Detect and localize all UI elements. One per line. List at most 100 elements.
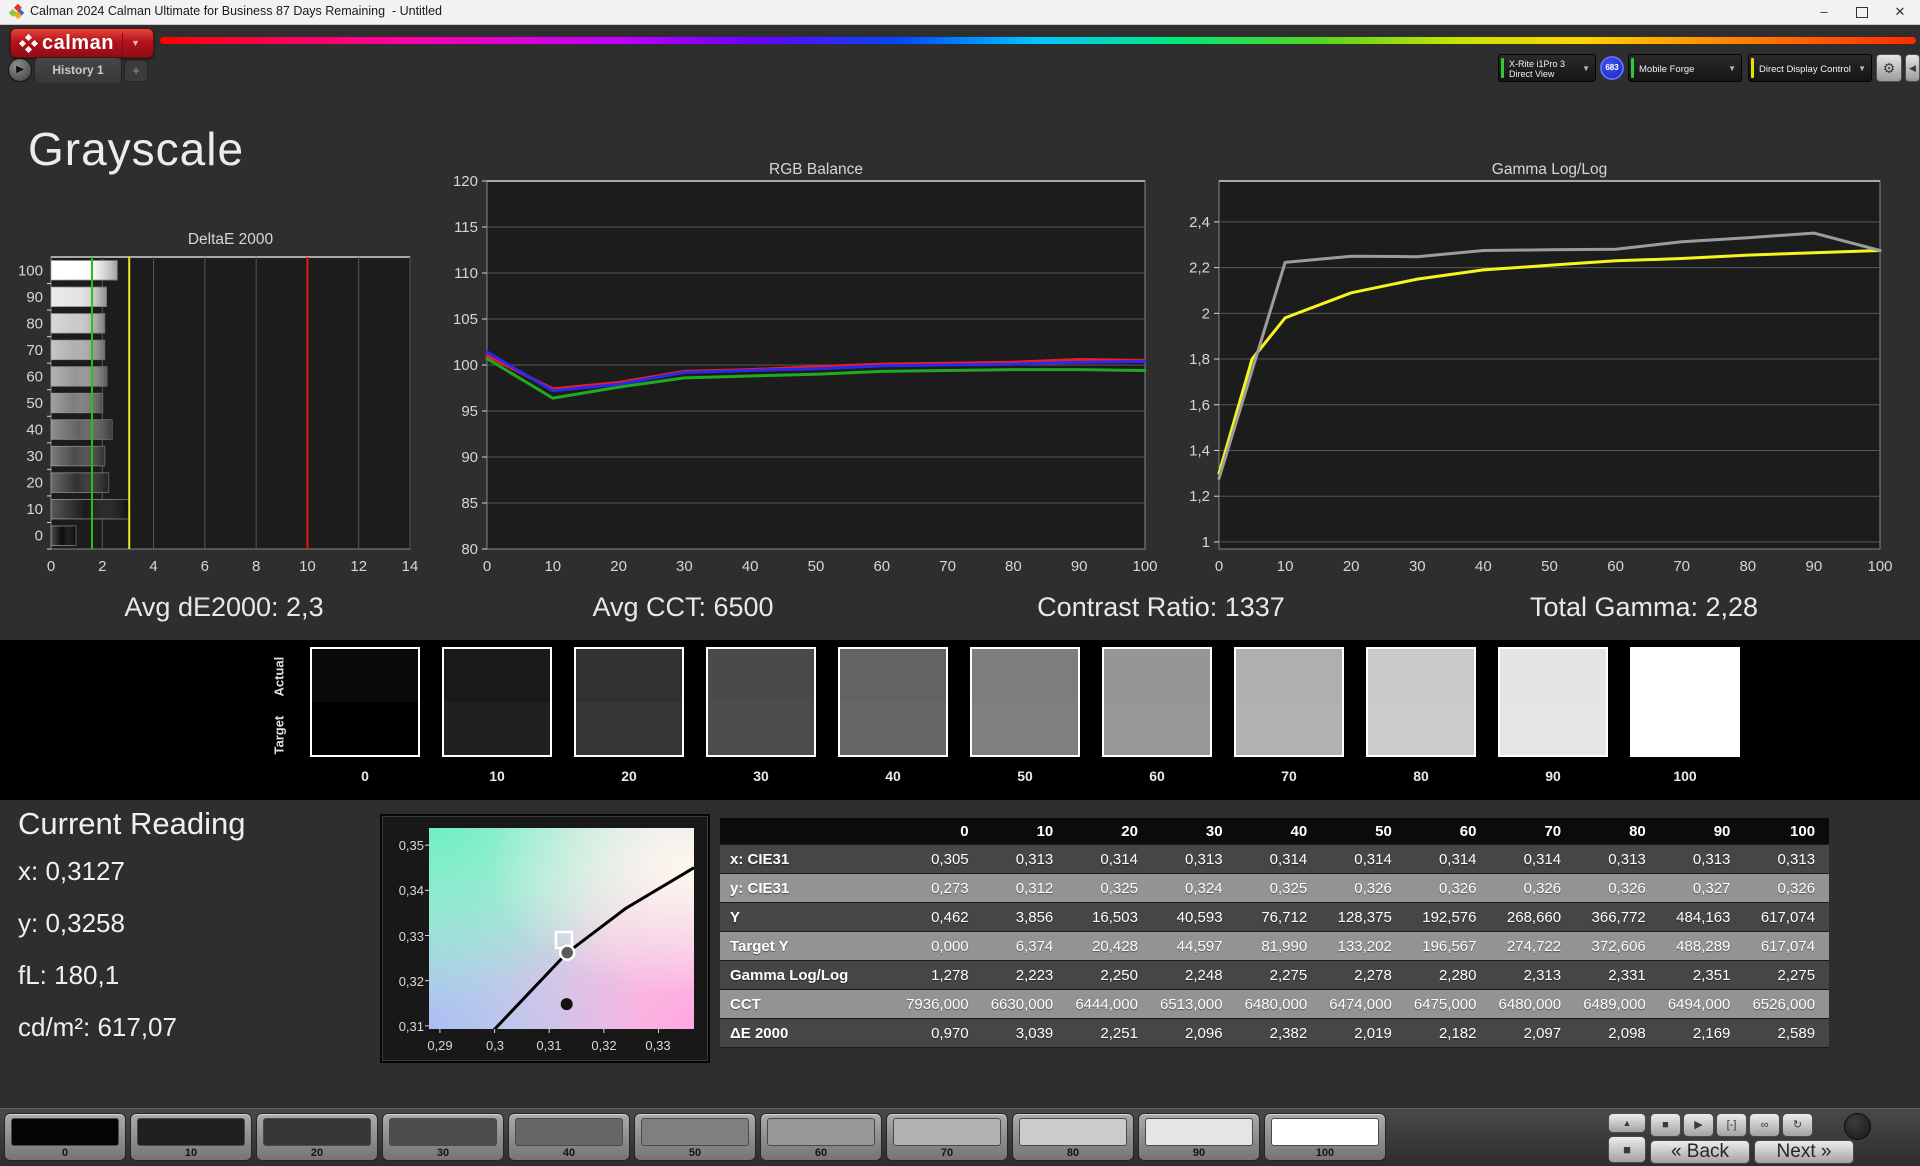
play-button[interactable]: ▶ xyxy=(1683,1113,1714,1137)
pattern-patch-0[interactable]: 0 xyxy=(4,1113,126,1161)
table-column-header: 0 xyxy=(960,823,969,840)
patch-color xyxy=(1145,1118,1253,1146)
pattern-patch-60[interactable]: 60 xyxy=(760,1113,882,1161)
svg-text:0: 0 xyxy=(1215,558,1223,575)
pattern-patch-70[interactable]: 70 xyxy=(886,1113,1008,1161)
svg-text:115: 115 xyxy=(454,219,478,236)
patch-label: 10 xyxy=(184,1147,198,1159)
patch-color xyxy=(893,1118,1001,1146)
pattern-patch-50[interactable]: 50 xyxy=(634,1113,756,1161)
pattern-square-icon: ■ xyxy=(1623,1142,1631,1157)
swatch-target xyxy=(312,702,418,755)
chevron-left-icon: ◀ xyxy=(1909,63,1916,73)
table-cell: 2,019 xyxy=(1354,1025,1392,1042)
table-cell: 133,202 xyxy=(1337,938,1392,955)
next-button[interactable]: Next » xyxy=(1754,1140,1854,1164)
chevron-down-icon: ▼ xyxy=(1728,64,1736,73)
table-cell: 2,313 xyxy=(1523,967,1562,984)
svg-text:70: 70 xyxy=(1673,558,1690,575)
swatch-actual xyxy=(972,649,1078,702)
table-cell: 2,250 xyxy=(1100,967,1138,984)
tab-history-1[interactable]: History 1 xyxy=(34,57,122,83)
swatch-level-label: 20 xyxy=(621,768,637,784)
patch-color xyxy=(263,1118,371,1146)
reference-dot-marker xyxy=(560,998,573,1011)
patch-color xyxy=(767,1118,875,1146)
table-cell: 0,305 xyxy=(931,851,969,868)
source-selector[interactable]: Mobile Forge ▼ xyxy=(1628,54,1742,82)
table-cell: 6474,000 xyxy=(1329,996,1392,1013)
back-button[interactable]: « Back xyxy=(1650,1140,1750,1164)
svg-text:70: 70 xyxy=(26,342,43,359)
table-cell: 0,462 xyxy=(931,909,969,926)
table-cell: 6494,000 xyxy=(1667,996,1731,1013)
pattern-window-up-button[interactable]: ▲ xyxy=(1608,1113,1646,1133)
table-cell: 3,856 xyxy=(1015,909,1054,926)
patch-color xyxy=(389,1118,497,1146)
swatch-actual xyxy=(708,649,814,702)
continuous-measure-button[interactable]: ∞ xyxy=(1749,1113,1780,1137)
swatch-level-label: 70 xyxy=(1281,768,1297,784)
refresh-button[interactable]: ↻ xyxy=(1782,1113,1813,1137)
swatch-level-label: 30 xyxy=(753,768,769,784)
maximize-button[interactable] xyxy=(1844,0,1880,24)
table-row: Target Y 0,000 6,374 20,428 44,597 81,990 133,… xyxy=(720,932,1829,961)
table-cell: 192,576 xyxy=(1422,909,1477,926)
swatch-90 xyxy=(1498,647,1608,757)
table-cell: 268,660 xyxy=(1506,909,1562,926)
table-cell: 0,326 xyxy=(1777,880,1816,897)
calman-menu-button[interactable]: calman ▼ xyxy=(10,28,154,58)
pattern-patch-80[interactable]: 80 xyxy=(1012,1113,1134,1161)
swatch-target xyxy=(840,702,946,755)
table-cell: 0,000 xyxy=(931,938,969,955)
table-cell: 44,597 xyxy=(1176,938,1223,955)
svg-text:120: 120 xyxy=(453,173,478,190)
table-cell: 16,503 xyxy=(1092,909,1138,926)
meter-selector[interactable]: X-Rite i1Pro 3 Direct View ▼ xyxy=(1498,54,1596,82)
pattern-patch-10[interactable]: 10 xyxy=(130,1113,252,1161)
pattern-patch-40[interactable]: 40 xyxy=(508,1113,630,1161)
pattern-patch-30[interactable]: 30 xyxy=(382,1113,504,1161)
svg-text:12: 12 xyxy=(350,558,367,575)
chevron-down-icon: ▼ xyxy=(1858,64,1866,73)
pattern-patch-100[interactable]: 100 xyxy=(1264,1113,1386,1161)
single-measure-button[interactable]: [-] xyxy=(1716,1113,1747,1137)
close-button[interactable]: ✕ xyxy=(1882,0,1918,24)
table-cell: 0,970 xyxy=(931,1025,969,1042)
table-cell: 40,593 xyxy=(1176,909,1223,926)
patch-color xyxy=(137,1118,245,1146)
table-row: ΔE 2000 0,970 3,039 2,251 2,096 2,382 2,019 2,1… xyxy=(720,1019,1829,1048)
pattern-window-button[interactable]: ■ xyxy=(1608,1136,1646,1163)
history-scroll-button[interactable]: ▶ xyxy=(8,58,32,82)
pattern-patch-90[interactable]: 90 xyxy=(1138,1113,1260,1161)
back-label: « Back xyxy=(1670,1141,1730,1162)
collapse-panel-button[interactable]: ◀ xyxy=(1905,54,1920,82)
svg-text:100: 100 xyxy=(18,262,43,279)
add-tab-button[interactable]: + xyxy=(124,60,148,82)
display-control-selector[interactable]: Direct Display Control ▼ xyxy=(1748,54,1872,82)
patch-label: 20 xyxy=(310,1147,324,1159)
swatch-10 xyxy=(442,647,552,757)
svg-text:1,8: 1,8 xyxy=(1189,351,1210,368)
swatch-actual xyxy=(1236,649,1342,702)
svg-text:60: 60 xyxy=(873,558,890,575)
badge-value: 683 xyxy=(1605,63,1619,72)
svg-text:105: 105 xyxy=(453,311,478,328)
play-icon: ▶ xyxy=(16,64,24,75)
stop-button[interactable]: ■ xyxy=(1650,1113,1681,1137)
table-cell: 617,074 xyxy=(1760,909,1816,926)
pattern-patch-20[interactable]: 20 xyxy=(256,1113,378,1161)
table-column-header: 40 xyxy=(1290,823,1308,840)
window-title: Calman 2024 Calman Ultimate for Business… xyxy=(30,4,442,18)
settings-button[interactable]: ⚙ xyxy=(1876,54,1902,82)
meter-count-badge: 683 xyxy=(1600,56,1624,80)
svg-text:60: 60 xyxy=(1607,558,1624,575)
minimize-button[interactable]: – xyxy=(1806,0,1842,24)
table-cell: 366,772 xyxy=(1591,909,1646,926)
table-cell: 6630,000 xyxy=(990,996,1054,1013)
stat-1: Avg CCT: 6500 xyxy=(592,592,774,622)
table-cell: 196,567 xyxy=(1422,938,1477,955)
swatch-40 xyxy=(838,647,948,757)
svg-text:95: 95 xyxy=(461,403,478,420)
swatch-level-label: 10 xyxy=(489,768,505,784)
